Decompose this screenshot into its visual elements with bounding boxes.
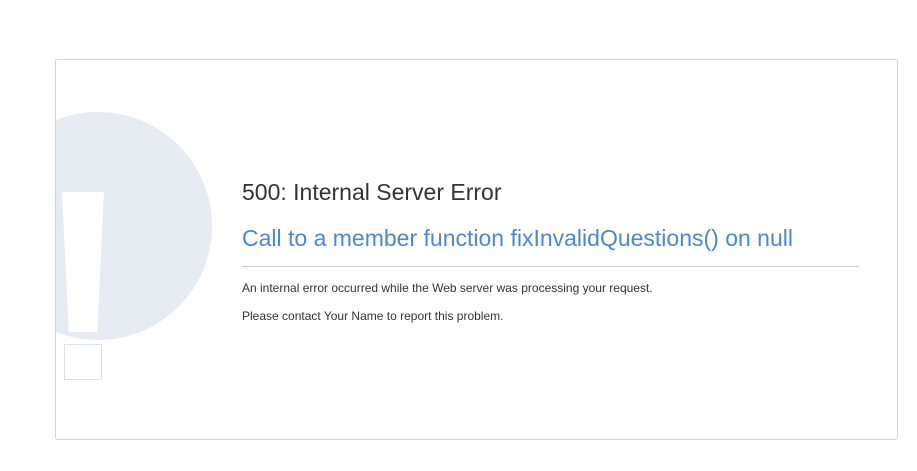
exclamation-icon bbox=[56, 112, 212, 380]
divider bbox=[242, 266, 859, 267]
error-description: An internal error occurred while the Web… bbox=[242, 281, 653, 295]
exclamation-bar bbox=[62, 192, 104, 332]
error-title: 500: Internal Server Error bbox=[242, 179, 502, 205]
contact-text: Please contact Your Name to report this … bbox=[242, 309, 504, 323]
error-panel: 500: Internal Server Error Call to a mem… bbox=[55, 59, 898, 440]
exclamation-dot bbox=[64, 344, 102, 380]
error-content: 500: Internal Server Error Call to a mem… bbox=[242, 178, 859, 323]
error-message: Call to a member function fixInvalidQues… bbox=[242, 225, 793, 251]
